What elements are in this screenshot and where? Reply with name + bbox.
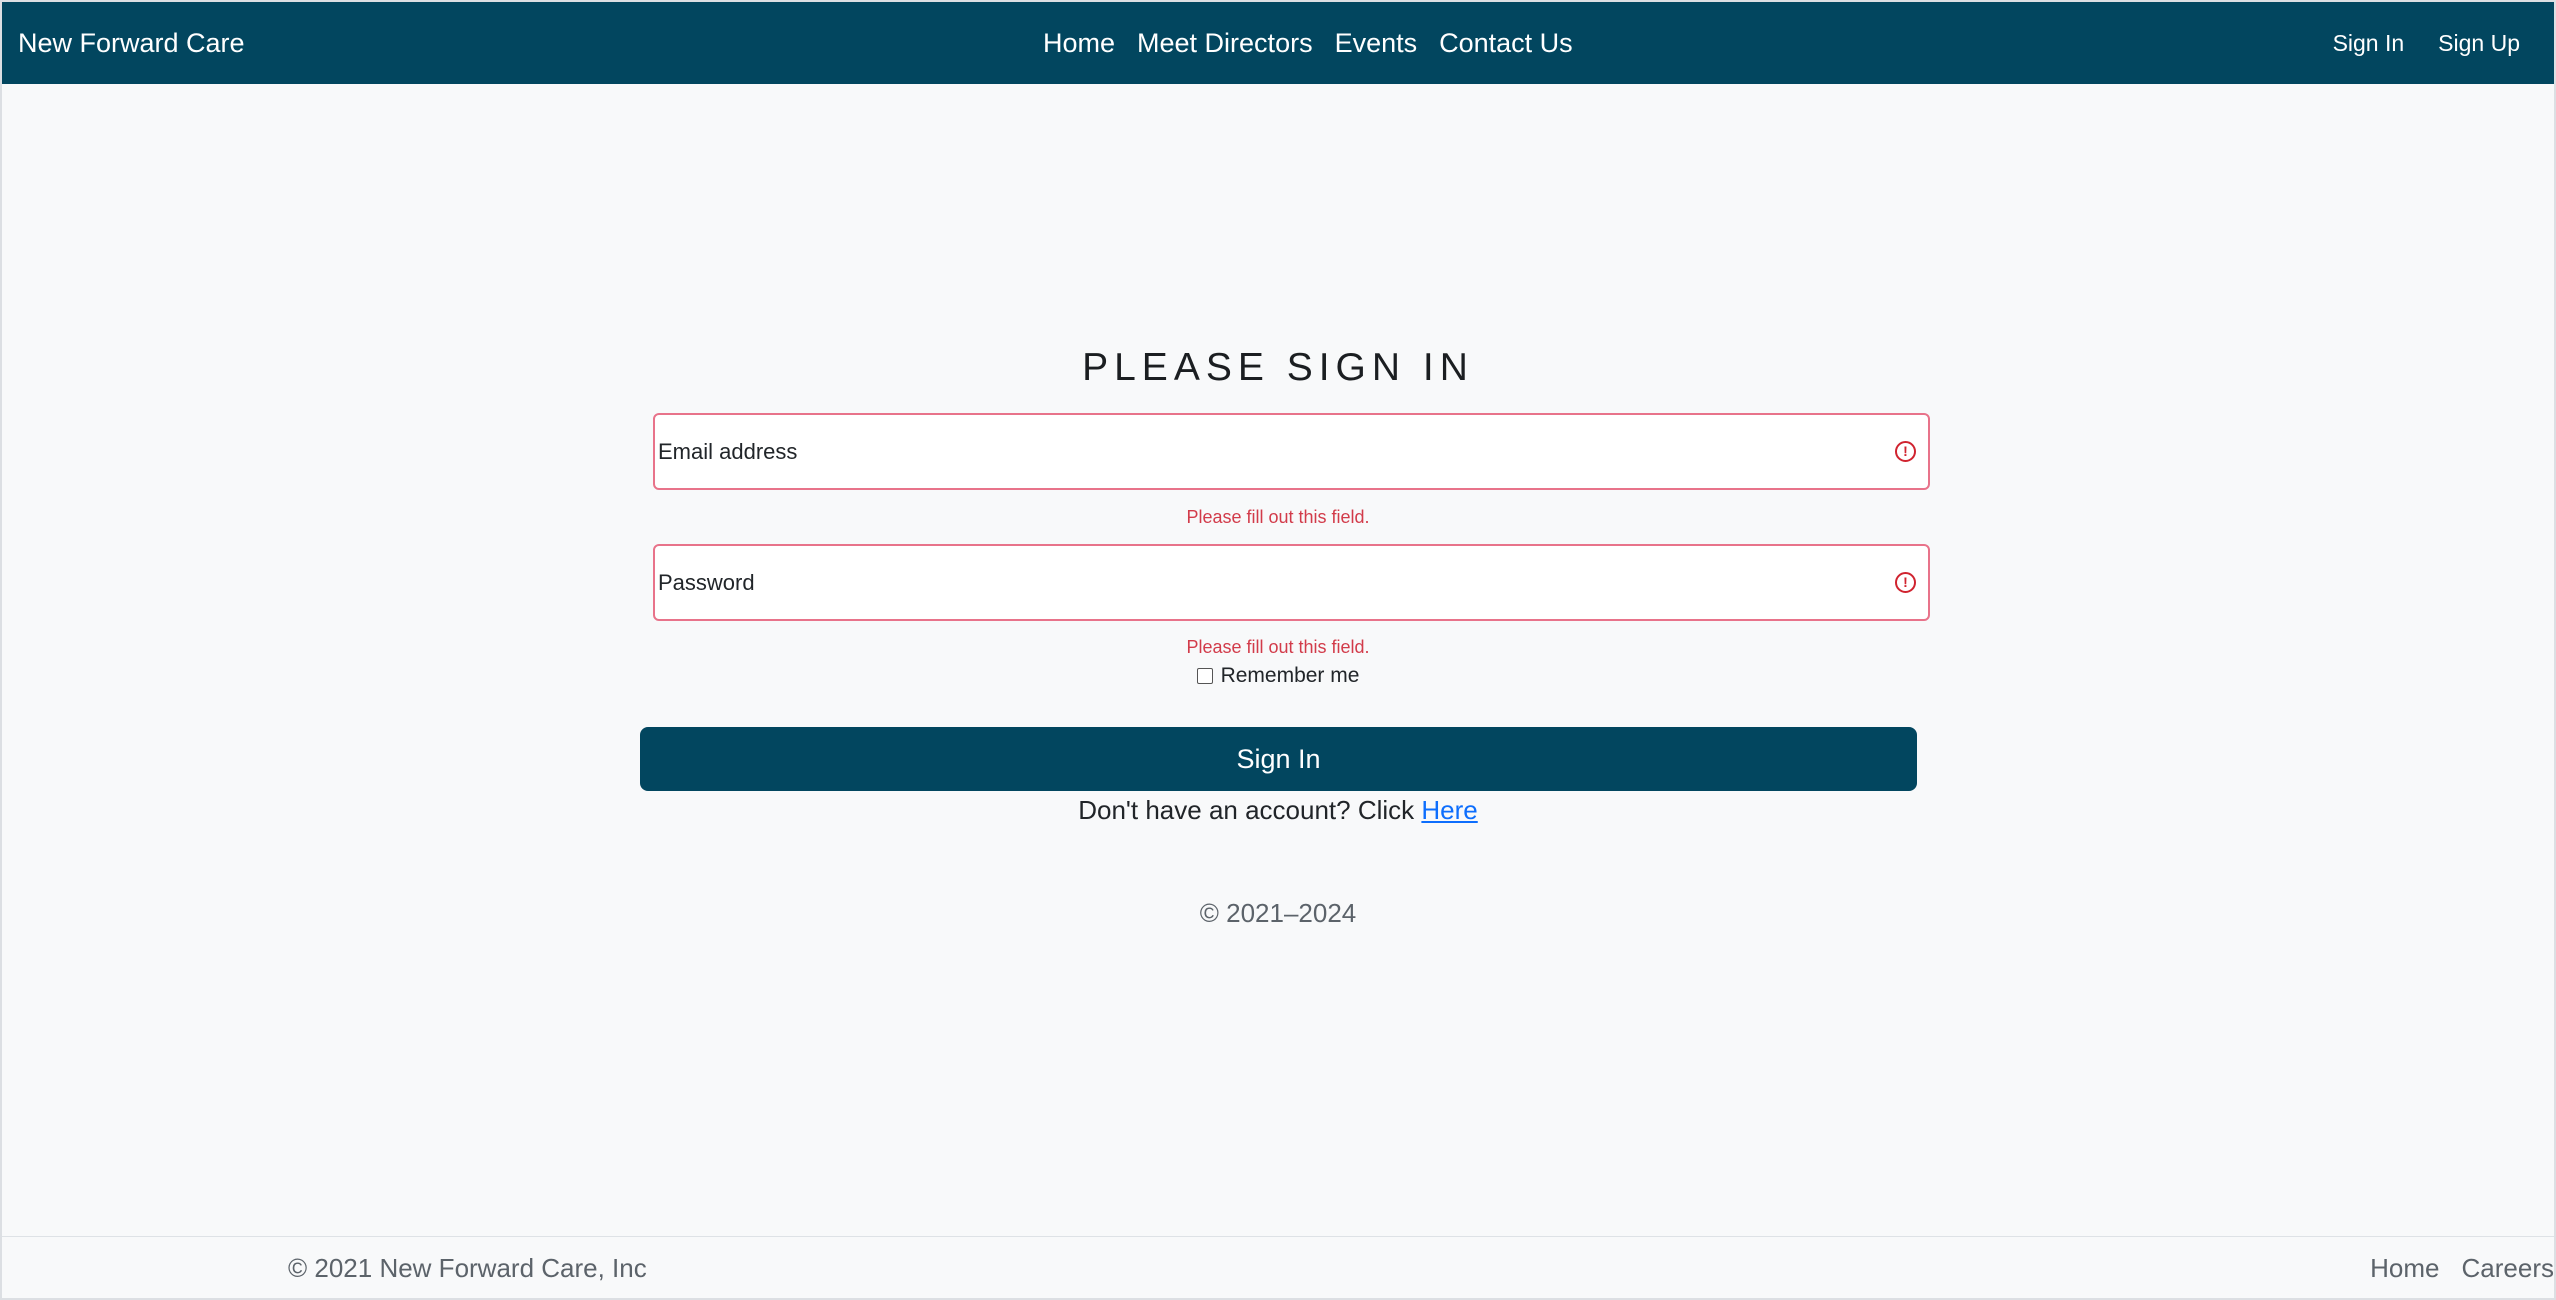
nav-link-events[interactable]: Events [1335,28,1418,59]
page-footer: © 2021 New Forward Care, Inc Home Career… [2,1236,2554,1298]
main-nav: Home Meet Directors Events Contact Us [1043,2,1573,84]
email-placeholder: Email address [658,439,798,464]
footer-link-careers[interactable]: Careers [2462,1253,2554,1284]
password-placeholder: Password [658,570,755,595]
top-navbar: New Forward Care Home Meet Directors Eve… [2,2,2554,84]
nav-link-home[interactable]: Home [1043,28,1115,59]
form-copyright: © 2021–2024 [1199,898,1357,928]
page-title: PLEASE SIGN IN [1082,346,1474,389]
password-error-icon: ! [1895,572,1916,593]
email-error-icon: ! [1895,441,1916,462]
nav-sign-up-link[interactable]: Sign Up [2438,30,2520,57]
auth-nav: Sign In Sign Up [2333,2,2520,84]
nav-sign-in-link[interactable]: Sign In [2333,30,2405,57]
password-field[interactable]: Password ! [653,544,1930,621]
remember-me-label[interactable]: Remember me [1221,664,1360,688]
footer-link-home[interactable]: Home [2370,1253,2439,1284]
footer-copyright: © 2021 New Forward Care, Inc [288,1253,647,1283]
nav-link-meet-directors[interactable]: Meet Directors [1137,28,1313,59]
page: New Forward Care Home Meet Directors Eve… [0,0,2556,1300]
remember-me-row: Remember me [2,664,2554,688]
remember-me-checkbox[interactable] [1196,668,1213,684]
sign-up-here-link[interactable]: Here [1421,795,1477,825]
sign-in-button[interactable]: Sign In [640,727,1917,791]
footer-nav: Home Careers [2370,1237,2554,1299]
account-prompt-text: Don't have an account? Click [1078,795,1422,825]
email-field[interactable]: Email address ! [653,413,1930,490]
email-error-message: Please fill out this field. [1186,507,1370,527]
password-error-message: Please fill out this field. [1186,637,1370,657]
account-prompt: Don't have an account? Click Here [2,795,2554,826]
brand-link[interactable]: New Forward Care [18,2,245,84]
nav-link-contact-us[interactable]: Contact Us [1439,28,1573,59]
